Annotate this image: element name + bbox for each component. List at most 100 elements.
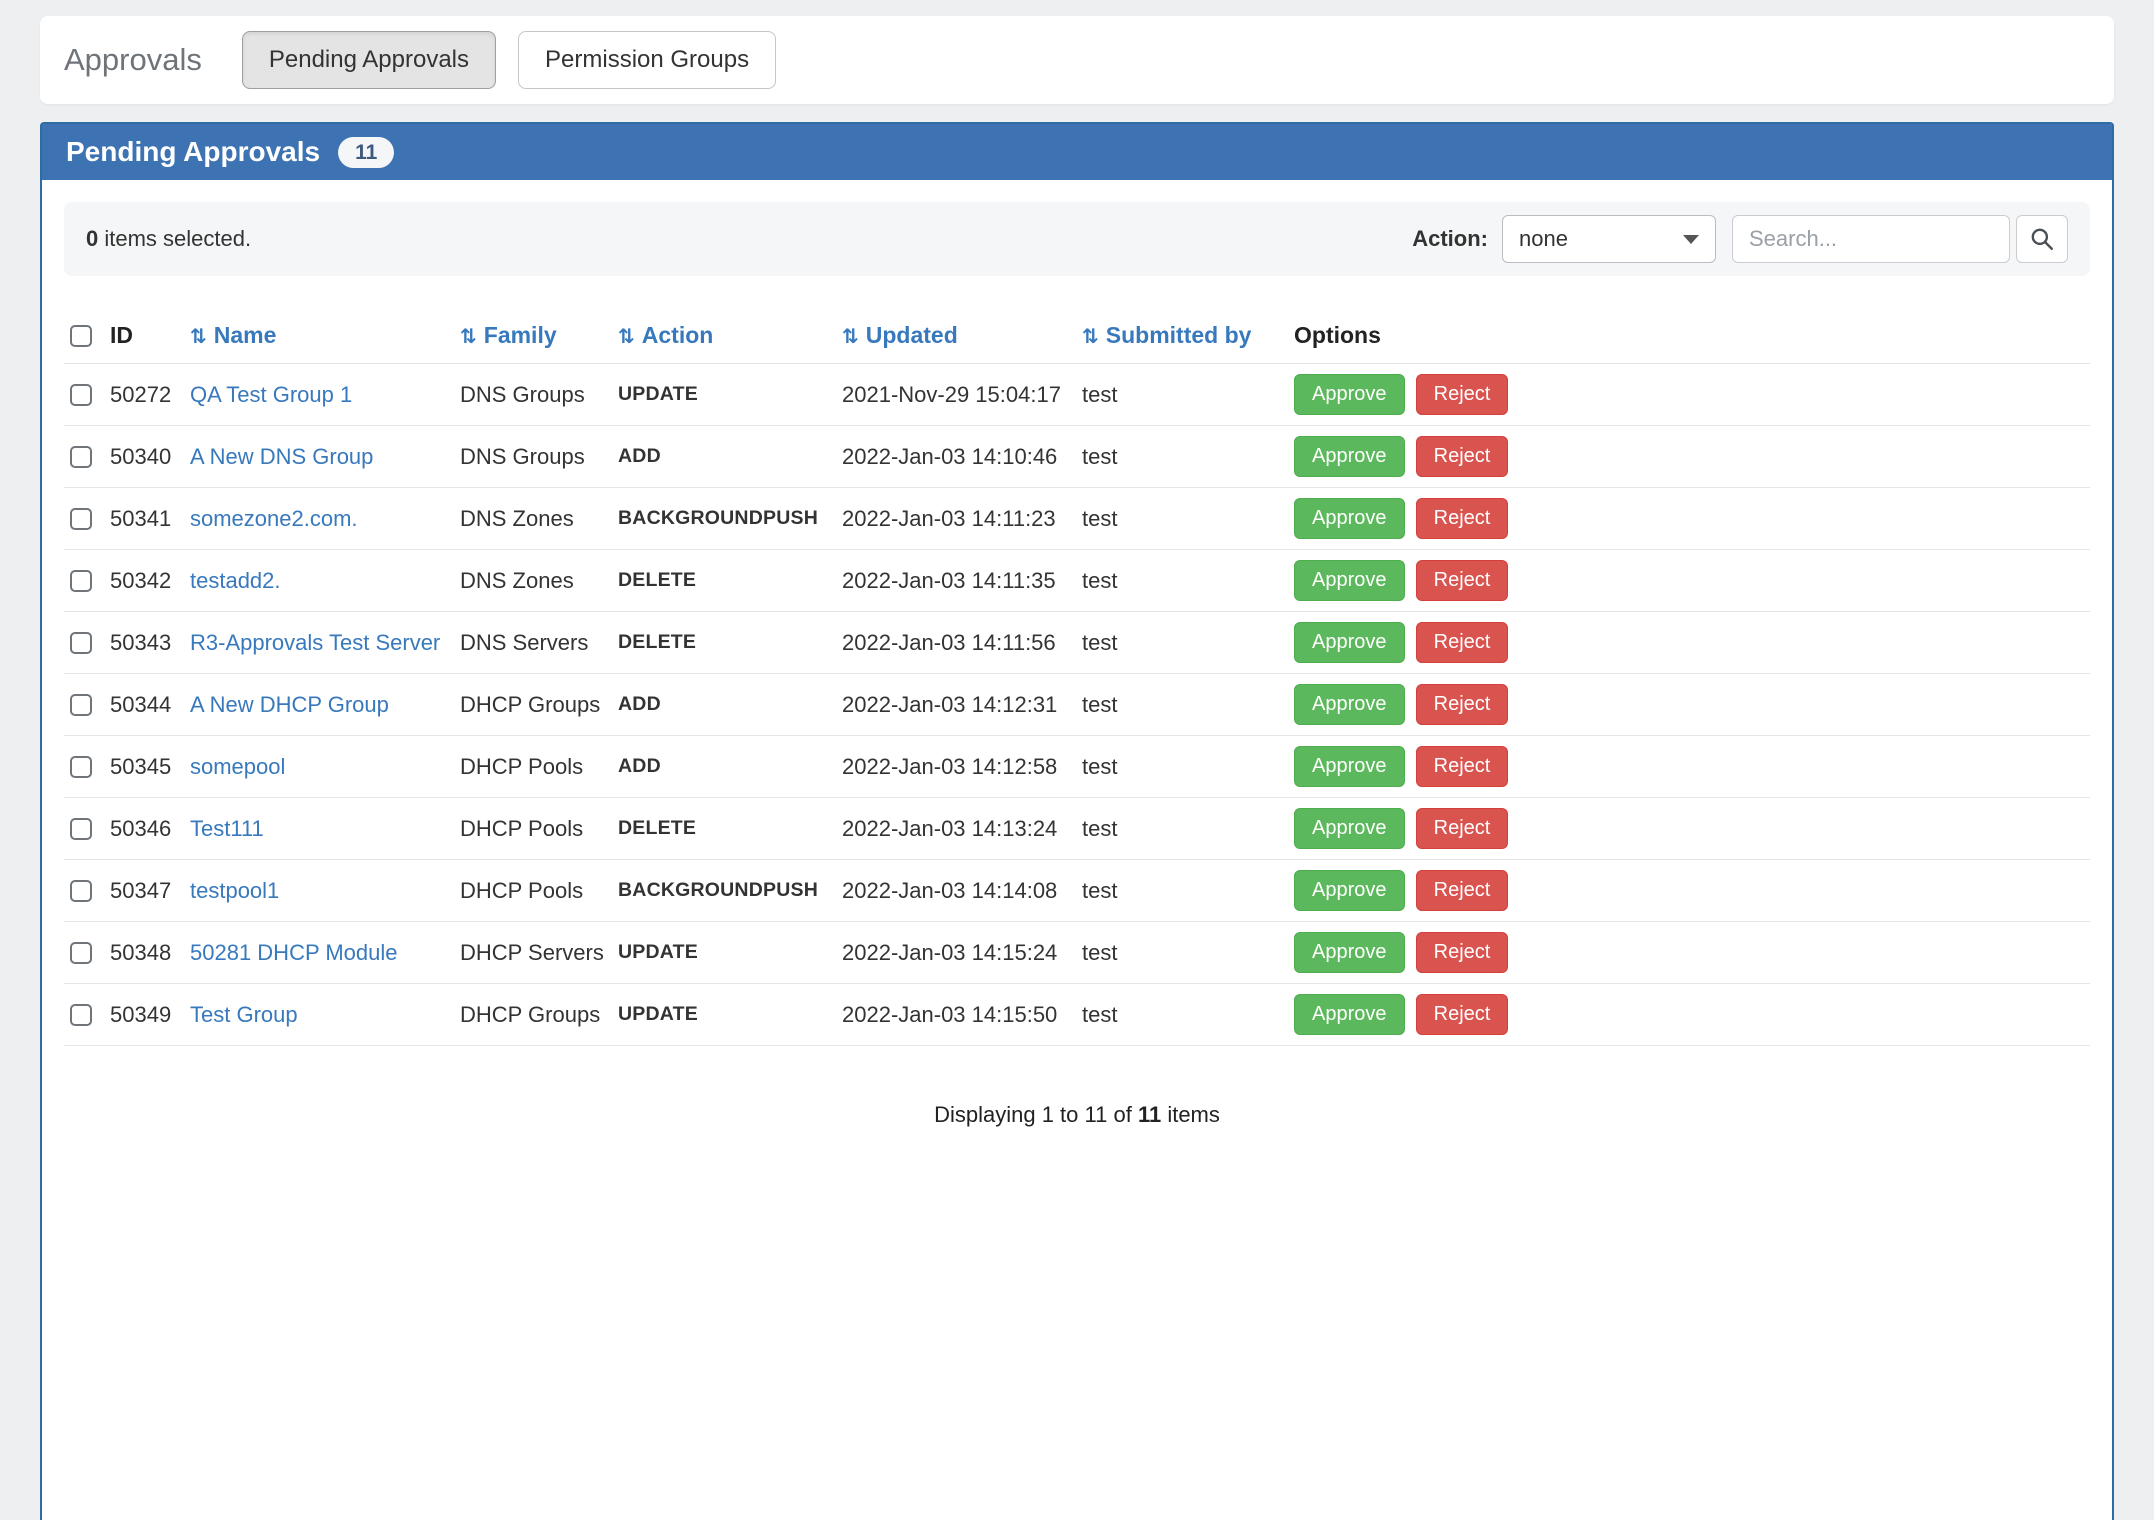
row-checkbox[interactable] <box>70 570 92 592</box>
sort-updown-icon: ⇅ <box>1082 324 1099 348</box>
action-label: Action: <box>1412 226 1488 252</box>
row-checkbox[interactable] <box>70 756 92 778</box>
panel-title: Pending Approvals <box>66 136 320 168</box>
table-row: 50345 somepool DHCP Pools ADD 2022-Jan-0… <box>64 736 2090 798</box>
selected-count-text: 0 items selected. <box>86 226 251 252</box>
row-name-link[interactable]: A New DHCP Group <box>190 692 389 717</box>
approve-button[interactable]: Approve <box>1294 746 1405 787</box>
reject-button[interactable]: Reject <box>1416 684 1509 725</box>
action-select[interactable]: none <box>1502 215 1716 263</box>
row-family: DNS Groups <box>460 364 618 426</box>
row-checkbox[interactable] <box>70 694 92 716</box>
panel-body: 0 items selected. Action: none <box>42 202 2112 1520</box>
row-id: 50345 <box>110 736 190 798</box>
reject-button[interactable]: Reject <box>1416 498 1509 539</box>
reject-button[interactable]: Reject <box>1416 994 1509 1035</box>
search-icon <box>2029 226 2055 252</box>
row-submitted-by: test <box>1082 798 1294 860</box>
approve-button[interactable]: Approve <box>1294 560 1405 601</box>
row-submitted-by: test <box>1082 550 1294 612</box>
row-checkbox[interactable] <box>70 632 92 654</box>
search-button[interactable] <box>2016 215 2068 263</box>
row-checkbox[interactable] <box>70 384 92 406</box>
count-badge: 11 <box>338 137 394 168</box>
sort-updown-icon: ⇅ <box>190 324 207 348</box>
column-label: Action <box>642 322 714 348</box>
select-all-checkbox[interactable] <box>70 325 92 347</box>
row-name-link[interactable]: QA Test Group 1 <box>190 382 352 407</box>
row-name-link[interactable]: somepool <box>190 754 285 779</box>
row-action: ADD <box>618 736 842 798</box>
panel-header: Pending Approvals 11 <box>42 124 2112 180</box>
row-checkbox[interactable] <box>70 942 92 964</box>
row-id: 50347 <box>110 860 190 922</box>
row-family: DNS Zones <box>460 550 618 612</box>
toolbar: 0 items selected. Action: none <box>64 202 2090 276</box>
row-family: DHCP Groups <box>460 674 618 736</box>
column-header-id: ID <box>110 312 190 364</box>
tab-pending-approvals[interactable]: Pending Approvals <box>242 31 496 89</box>
reject-button[interactable]: Reject <box>1416 932 1509 973</box>
reject-button[interactable]: Reject <box>1416 374 1509 415</box>
column-label: Name <box>214 322 277 348</box>
row-id: 50348 <box>110 922 190 984</box>
row-id: 50349 <box>110 984 190 1046</box>
search-input[interactable] <box>1732 215 2010 263</box>
row-id: 50272 <box>110 364 190 426</box>
row-checkbox[interactable] <box>70 818 92 840</box>
row-submitted-by: test <box>1082 364 1294 426</box>
column-header-family[interactable]: ⇅Family <box>460 312 618 364</box>
approve-button[interactable]: Approve <box>1294 870 1405 911</box>
row-updated: 2022-Jan-03 14:15:50 <box>842 984 1082 1046</box>
selected-count: 0 <box>86 226 98 251</box>
approve-button[interactable]: Approve <box>1294 994 1405 1035</box>
column-header-options: Options <box>1294 312 2090 364</box>
reject-button[interactable]: Reject <box>1416 560 1509 601</box>
approvals-table-body: 50272 QA Test Group 1 DNS Groups UPDATE … <box>64 364 2090 1046</box>
column-label: ID <box>110 322 133 348</box>
row-name-link[interactable]: R3-Approvals Test Server <box>190 630 440 655</box>
row-id: 50342 <box>110 550 190 612</box>
row-name-link[interactable]: testadd2. <box>190 568 281 593</box>
approve-button[interactable]: Approve <box>1294 498 1405 539</box>
row-checkbox[interactable] <box>70 1004 92 1026</box>
approve-button[interactable]: Approve <box>1294 622 1405 663</box>
reject-button[interactable]: Reject <box>1416 436 1509 477</box>
approve-button[interactable]: Approve <box>1294 932 1405 973</box>
pagination-prefix: Displaying 1 to 11 of <box>934 1102 1138 1127</box>
row-action: DELETE <box>618 550 842 612</box>
tab-permission-groups[interactable]: Permission Groups <box>518 31 776 89</box>
row-id: 50344 <box>110 674 190 736</box>
approve-button[interactable]: Approve <box>1294 684 1405 725</box>
row-updated: 2022-Jan-03 14:12:58 <box>842 736 1082 798</box>
row-checkbox[interactable] <box>70 880 92 902</box>
approve-button[interactable]: Approve <box>1294 374 1405 415</box>
approve-button[interactable]: Approve <box>1294 436 1405 477</box>
reject-button[interactable]: Reject <box>1416 808 1509 849</box>
row-name-link[interactable]: Test111 <box>190 816 264 841</box>
row-action: UPDATE <box>618 922 842 984</box>
column-header-name[interactable]: ⇅ Name <box>190 312 460 364</box>
row-name-link[interactable]: somezone2.com. <box>190 506 358 531</box>
row-submitted-by: test <box>1082 612 1294 674</box>
row-updated: 2021-Nov-29 15:04:17 <box>842 364 1082 426</box>
row-name-link[interactable]: 50281 DHCP Module <box>190 940 398 965</box>
row-action: ADD <box>618 674 842 736</box>
row-checkbox[interactable] <box>70 508 92 530</box>
reject-button[interactable]: Reject <box>1416 870 1509 911</box>
column-header-action[interactable]: ⇅Action <box>618 312 842 364</box>
reject-button[interactable]: Reject <box>1416 622 1509 663</box>
column-header-submitted-by[interactable]: ⇅Submitted by <box>1082 312 1294 364</box>
column-header-updated[interactable]: ⇅Updated <box>842 312 1082 364</box>
table-row: 50346 Test111 DHCP Pools DELETE 2022-Jan… <box>64 798 2090 860</box>
reject-button[interactable]: Reject <box>1416 746 1509 787</box>
approvals-table: ID ⇅Name ⇅Family ⇅Action ⇅Updated ⇅Submi… <box>64 312 2090 1046</box>
row-name-link[interactable]: Test Group <box>190 1002 298 1027</box>
row-checkbox[interactable] <box>70 446 92 468</box>
row-name-link[interactable]: testpool1 <box>190 878 279 903</box>
row-action: BACKGROUNDPUSH <box>618 488 842 550</box>
row-family: DHCP Pools <box>460 860 618 922</box>
approve-button[interactable]: Approve <box>1294 808 1405 849</box>
row-name-link[interactable]: A New DNS Group <box>190 444 373 469</box>
row-submitted-by: test <box>1082 736 1294 798</box>
